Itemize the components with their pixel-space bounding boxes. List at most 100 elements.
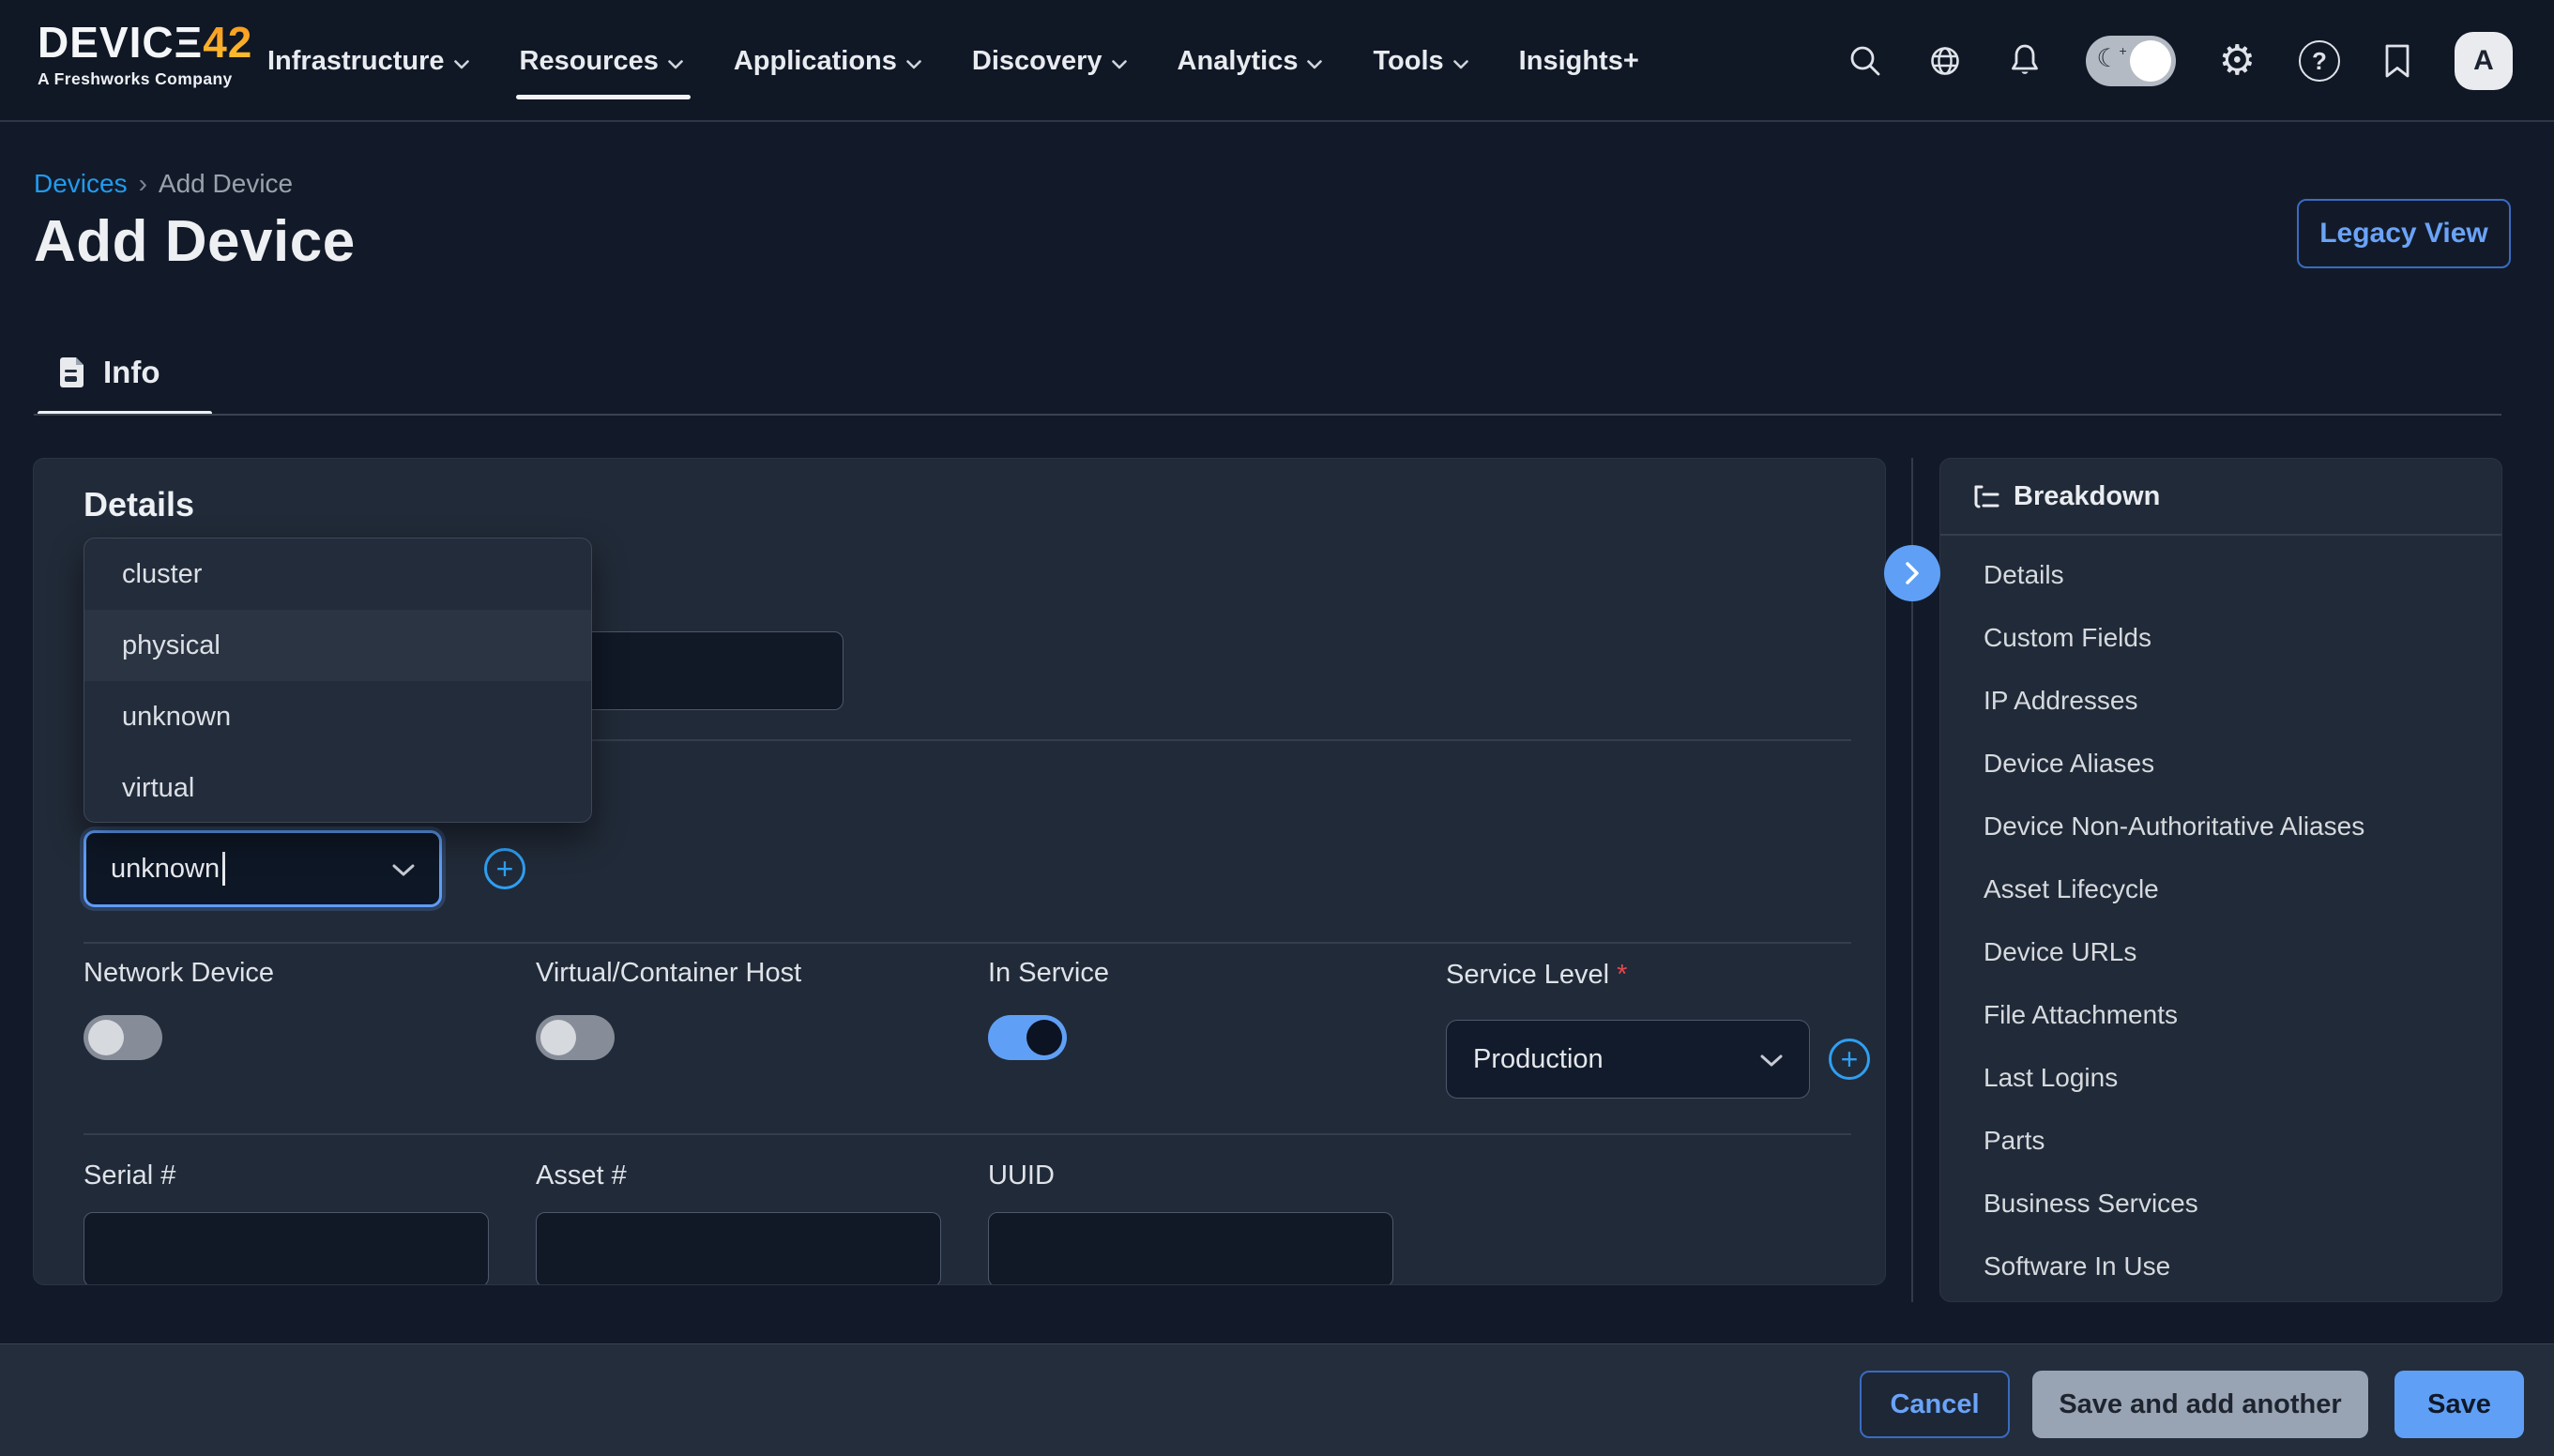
toggle-switch[interactable]: [536, 1015, 615, 1060]
breakdown-list-item[interactable]: Last Logins: [1940, 1046, 2502, 1109]
nav-menu-label: Infrastructure: [267, 46, 445, 77]
save-and-add-another-button[interactable]: Save and add another: [2032, 1371, 2368, 1438]
identifier-field-input[interactable]: [536, 1212, 941, 1285]
breakdown-list-item[interactable]: Custom Fields: [1940, 606, 2502, 669]
notifications-button[interactable]: [2007, 42, 2043, 80]
main-nav: Infrastructure Resources Applications: [267, 0, 1639, 122]
identifier-field: Asset #: [536, 1160, 988, 1285]
sparkle-icon: +: [2120, 43, 2127, 58]
info-document-icon: [58, 356, 86, 389]
sidebar-collapse-button[interactable]: [1884, 545, 1940, 601]
breakdown-list-item[interactable]: Software In Use: [1940, 1235, 2502, 1297]
breakdown-list-item[interactable]: File Attachments: [1940, 983, 2502, 1046]
top-navbar: DEVICΞ42 A Freshworks Company Infrastruc…: [0, 0, 2554, 122]
toggle-switch[interactable]: [988, 1015, 1067, 1060]
avatar[interactable]: A: [2455, 32, 2513, 90]
tab-info[interactable]: Info: [58, 355, 160, 390]
toggle-switch[interactable]: [84, 1015, 162, 1060]
identifier-field-input[interactable]: [84, 1212, 489, 1285]
plus-icon: +: [1841, 1044, 1859, 1074]
breakdown-list: Details Custom Fields IP Addresses Devic…: [1940, 543, 2502, 1297]
save-button[interactable]: Save: [2394, 1371, 2524, 1438]
tab-info-label: Info: [103, 355, 160, 390]
navbar-actions: ☾ + ⚙ ? A: [1847, 0, 2513, 122]
nav-menu-item[interactable]: Analytics: [1178, 0, 1323, 122]
type-combobox-value: unknown: [111, 854, 220, 885]
brand-main: DEVICΞ: [38, 18, 203, 67]
type-dropdown-option[interactable]: physical: [84, 610, 591, 681]
add-type-button[interactable]: +: [484, 848, 525, 889]
section-divider: [84, 1133, 1851, 1135]
brand-wordmark: DEVICΞ42: [38, 19, 252, 66]
text-cursor: [222, 852, 225, 886]
breakdown-list-item[interactable]: Asset Lifecycle: [1940, 857, 2502, 920]
toggle-knob: [540, 1020, 576, 1055]
breakdown-item-label: Details: [1984, 560, 2064, 590]
nav-menu-item[interactable]: Applications: [734, 0, 921, 122]
device42-logo[interactable]: DEVICΞ42 A Freshworks Company: [38, 19, 252, 89]
identifier-field-label: Asset #: [536, 1160, 988, 1191]
type-dropdown-list: cluster physical unknown virtual: [84, 538, 592, 823]
moon-icon: ☾: [2097, 44, 2120, 73]
active-tab-underline: [516, 95, 691, 99]
nav-menu-label: Analytics: [1178, 46, 1299, 77]
breakdown-list-item[interactable]: Details: [1940, 543, 2502, 606]
breadcrumb-current: Add Device: [159, 169, 293, 199]
service-level-select[interactable]: Production: [1446, 1020, 1810, 1099]
type-dropdown-option[interactable]: cluster: [84, 538, 591, 610]
breadcrumb: Devices › Add Device: [34, 169, 293, 199]
bookmarks-button[interactable]: [2383, 43, 2411, 79]
type-dropdown-option[interactable]: virtual: [84, 752, 591, 823]
identifier-field: UUID: [988, 1160, 1440, 1285]
toggle-label: Virtual/Container Host: [536, 958, 988, 989]
toggle-field: In Service: [988, 958, 1440, 1060]
chevron-down-icon[interactable]: [392, 854, 415, 885]
breakdown-title: Breakdown: [2014, 481, 2160, 512]
breakdown-item-label: Asset Lifecycle: [1984, 874, 2159, 904]
breadcrumb-devices-link[interactable]: Devices: [34, 169, 128, 199]
breakdown-sidebar: Breakdown Details Custom Fields IP Addre…: [1939, 458, 2502, 1302]
tabs-baseline: [34, 414, 2501, 416]
breakdown-item-label: Business Services: [1984, 1189, 2198, 1219]
language-button[interactable]: [1926, 42, 1964, 80]
toggle-knob: [1026, 1020, 1062, 1055]
nav-menu-item[interactable]: Resources: [520, 0, 683, 122]
toggle-field: Network Device: [84, 958, 536, 1060]
type-dropdown-option-label: unknown: [122, 702, 231, 733]
settings-button[interactable]: ⚙: [2219, 40, 2256, 82]
toggle-field: Virtual/Container Host: [536, 958, 988, 1060]
breakdown-header: Breakdown: [1972, 481, 2160, 512]
breakdown-item-label: Device Non-Authoritative Aliases: [1984, 811, 2364, 842]
nav-menu-item[interactable]: Discovery: [972, 0, 1127, 122]
breakdown-list-item[interactable]: IP Addresses: [1940, 669, 2502, 732]
nav-menu-item[interactable]: Tools: [1373, 0, 1467, 122]
search-button[interactable]: [1847, 43, 1883, 79]
type-dropdown-option-label: cluster: [122, 559, 202, 590]
breakdown-item-label: Parts: [1984, 1126, 2045, 1156]
identifier-field-input[interactable]: [988, 1212, 1393, 1285]
breakdown-list-item[interactable]: Parts: [1940, 1109, 2502, 1172]
legacy-view-button[interactable]: Legacy View: [2297, 199, 2511, 268]
breakdown-list-item[interactable]: Business Services: [1940, 1172, 2502, 1235]
type-combobox[interactable]: unknown: [84, 830, 442, 907]
section-divider: [84, 942, 1851, 944]
footer-bar: Cancel Save and add another Save: [0, 1343, 2554, 1456]
chevron-down-icon: [1112, 46, 1127, 77]
help-button[interactable]: ?: [2299, 40, 2340, 82]
breakdown-item-label: Custom Fields: [1984, 623, 2151, 653]
theme-toggle-knob: [2130, 40, 2171, 82]
nav-menu-item[interactable]: Infrastructure: [267, 0, 469, 122]
theme-toggle[interactable]: ☾ +: [2086, 36, 2176, 86]
brand-number: 42: [203, 18, 252, 67]
breakdown-list-item[interactable]: Device Non-Authoritative Aliases: [1940, 795, 2502, 857]
breakdown-list-item[interactable]: Device Aliases: [1940, 732, 2502, 795]
breakdown-list-item[interactable]: Device URLs: [1940, 920, 2502, 983]
nav-menu-item[interactable]: Insights+: [1519, 0, 1639, 122]
add-service-level-button[interactable]: +: [1829, 1039, 1870, 1080]
breadcrumb-separator: ›: [139, 169, 147, 199]
breakdown-item-label: IP Addresses: [1984, 686, 2137, 716]
cancel-button[interactable]: Cancel: [1860, 1371, 2010, 1438]
identifier-field-label: UUID: [988, 1160, 1440, 1191]
service-level-label: Service Level*: [1446, 960, 1627, 991]
type-dropdown-option[interactable]: unknown: [84, 681, 591, 752]
